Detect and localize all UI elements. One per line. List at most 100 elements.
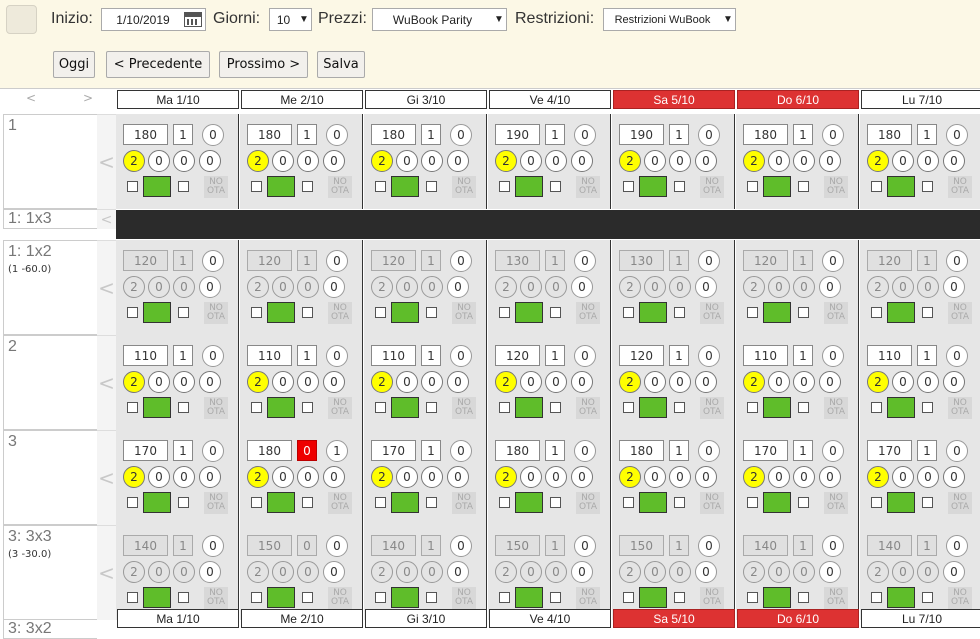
open-status-toggle[interactable]	[887, 302, 915, 323]
no-ota-toggle[interactable]: NO OTA	[328, 492, 352, 514]
open-status-toggle[interactable]	[391, 492, 419, 513]
no-ota-toggle[interactable]: NO OTA	[576, 176, 600, 198]
max-stay-arrival-input[interactable]: 0	[323, 561, 345, 583]
closed-departure-checkbox[interactable]	[674, 307, 685, 318]
max-stay-arrival-input[interactable]: 0	[199, 561, 221, 583]
availability-input[interactable]: 1	[173, 440, 193, 461]
min-stay-arrival-input[interactable]: 0	[669, 150, 691, 172]
max-stay-arrival-input[interactable]: 0	[323, 466, 345, 488]
open-status-toggle[interactable]	[267, 176, 295, 197]
min-stay-input[interactable]: 2	[743, 150, 765, 172]
availability-input[interactable]: 1	[173, 124, 193, 145]
no-ota-toggle[interactable]: NO OTA	[204, 176, 228, 198]
open-status-toggle[interactable]	[639, 176, 667, 197]
price-input[interactable]: 180	[743, 124, 788, 145]
max-stay-input[interactable]: 0	[148, 466, 170, 488]
open-status-toggle[interactable]	[515, 176, 543, 197]
price-input[interactable]: 170	[867, 440, 912, 461]
max-stay-arrival-input[interactable]: 0	[571, 466, 593, 488]
closed-departure-checkbox[interactable]	[302, 307, 313, 318]
open-status-toggle[interactable]	[763, 587, 791, 608]
max-stay-arrival-input[interactable]: 0	[199, 371, 221, 393]
closed-departure-checkbox[interactable]	[426, 307, 437, 318]
max-stay-arrival-input[interactable]: 0	[695, 150, 717, 172]
min-stay-input[interactable]: 2	[123, 150, 145, 172]
no-ota-toggle[interactable]: NO OTA	[452, 397, 476, 419]
min-stay-input[interactable]: 2	[247, 371, 269, 393]
days-select[interactable]: 10 ▼	[269, 8, 312, 31]
closed-departure-checkbox[interactable]	[922, 181, 933, 192]
min-stay-input[interactable]: 2	[619, 466, 641, 488]
max-stay-arrival-input[interactable]: 0	[695, 466, 717, 488]
max-stay-input[interactable]: 0	[396, 371, 418, 393]
scroll-right-arrow[interactable]: >	[83, 91, 93, 105]
closed-arrival-checkbox[interactable]	[623, 497, 634, 508]
availability-input[interactable]: 1	[297, 345, 317, 366]
open-status-toggle[interactable]	[391, 176, 419, 197]
restrictions-select[interactable]: Restrizioni WuBook ▼	[603, 8, 736, 31]
closed-arrival-checkbox[interactable]	[623, 307, 634, 318]
min-stay-input[interactable]: 2	[867, 466, 889, 488]
availability-input[interactable]: 1	[793, 124, 813, 145]
open-status-toggle[interactable]	[267, 397, 295, 418]
open-status-toggle[interactable]	[143, 587, 171, 608]
closed-departure-checkbox[interactable]	[550, 181, 561, 192]
price-input[interactable]: 180	[123, 124, 168, 145]
max-stay-arrival-input[interactable]: 0	[571, 276, 593, 298]
price-input[interactable]: 180	[247, 440, 292, 461]
availability-input[interactable]: 1	[669, 345, 689, 366]
availability-input[interactable]: 1	[793, 345, 813, 366]
open-status-toggle[interactable]	[887, 397, 915, 418]
closed-arrival-checkbox[interactable]	[499, 307, 510, 318]
max-stay-input[interactable]: 0	[148, 371, 170, 393]
price-input[interactable]: 110	[743, 345, 788, 366]
price-input[interactable]: 110	[123, 345, 168, 366]
min-stay-arrival-input[interactable]: 0	[793, 371, 815, 393]
closed-departure-checkbox[interactable]	[922, 497, 933, 508]
no-ota-toggle[interactable]: NO OTA	[328, 587, 352, 609]
no-ota-toggle[interactable]: NO OTA	[452, 587, 476, 609]
row-expand-arrow[interactable]: <	[97, 335, 116, 430]
max-stay-input[interactable]: 0	[272, 150, 294, 172]
closed-departure-checkbox[interactable]	[178, 592, 189, 603]
next-button[interactable]: Prossimo >	[219, 51, 308, 78]
open-status-toggle[interactable]	[143, 302, 171, 323]
availability-input[interactable]: 1	[545, 345, 565, 366]
no-ota-toggle[interactable]: NO OTA	[576, 397, 600, 419]
min-stay-input[interactable]: 2	[123, 371, 145, 393]
max-stay-arrival-input[interactable]: 0	[819, 371, 841, 393]
min-stay-input[interactable]: 2	[619, 371, 641, 393]
min-stay-input[interactable]: 2	[495, 371, 517, 393]
price-input[interactable]: 190	[495, 124, 540, 145]
calendar-icon[interactable]	[184, 12, 202, 27]
availability-input[interactable]: 1	[421, 440, 441, 461]
min-stay-input[interactable]: 2	[495, 466, 517, 488]
today-button[interactable]: Oggi	[53, 51, 95, 78]
min-stay-arrival-input[interactable]: 0	[297, 371, 319, 393]
closed-departure-checkbox[interactable]	[426, 592, 437, 603]
save-button[interactable]: Salva	[317, 51, 365, 78]
max-stay-arrival-input[interactable]: 0	[571, 561, 593, 583]
closed-departure-checkbox[interactable]	[798, 592, 809, 603]
no-ota-toggle[interactable]: NO OTA	[328, 397, 352, 419]
max-stay-arrival-input[interactable]: 0	[447, 276, 469, 298]
max-stay-arrival-input[interactable]: 0	[943, 466, 965, 488]
max-stay-arrival-input[interactable]: 0	[819, 150, 841, 172]
max-stay-input[interactable]: 0	[520, 150, 542, 172]
open-status-toggle[interactable]	[639, 587, 667, 608]
min-stay-arrival-input[interactable]: 0	[917, 371, 939, 393]
max-stay-arrival-input[interactable]: 0	[819, 561, 841, 583]
start-date-input[interactable]: 1/10/2019	[101, 8, 206, 31]
availability-input[interactable]: 1	[917, 124, 937, 145]
max-stay-arrival-input[interactable]: 0	[571, 150, 593, 172]
max-stay-input[interactable]: 0	[396, 466, 418, 488]
closed-arrival-checkbox[interactable]	[375, 402, 386, 413]
max-stay-input[interactable]: 0	[768, 371, 790, 393]
min-stay-arrival-input[interactable]: 0	[173, 371, 195, 393]
max-stay-arrival-input[interactable]: 0	[695, 371, 717, 393]
availability-input[interactable]: 1	[669, 440, 689, 461]
price-input[interactable]: 180	[867, 124, 912, 145]
closed-departure-checkbox[interactable]	[922, 307, 933, 318]
closed-departure-checkbox[interactable]	[674, 402, 685, 413]
closed-arrival-checkbox[interactable]	[375, 592, 386, 603]
